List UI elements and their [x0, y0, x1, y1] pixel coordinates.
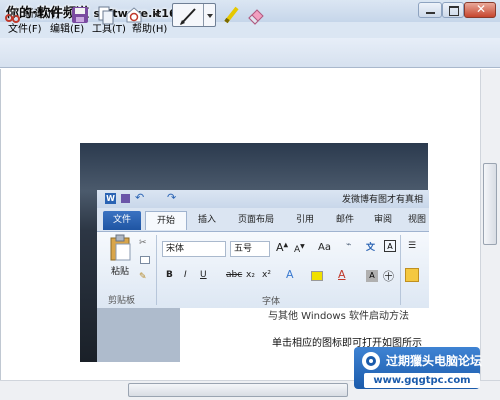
word-tab-layout: 页面布局 [237, 215, 274, 225]
save-icon [72, 7, 88, 23]
pen-divider [203, 4, 204, 26]
bold-icon: B [166, 270, 173, 280]
char-shading-icon: A [366, 270, 378, 282]
envelope-icon [126, 7, 142, 23]
toolbar [0, 38, 500, 68]
paste-icon [110, 234, 131, 261]
word-window-title: 发微博有图才有真相 [342, 195, 424, 205]
font-size-value: 五号 [234, 244, 253, 254]
word-tab-references: 引用 [295, 215, 314, 225]
ribbon-separator [400, 235, 401, 305]
redo-icon: ↷ [167, 191, 177, 204]
text-effects-icon: A [286, 268, 294, 281]
format-painter-icon: ✎ [139, 272, 147, 282]
menu-help[interactable]: 帮助(H) [132, 23, 167, 37]
minimize-button[interactable] [418, 2, 442, 18]
minimize-icon [426, 12, 435, 14]
grow-font-icon: A▲ [276, 241, 289, 254]
maximize-button[interactable] [442, 2, 464, 18]
cut-icon: ✂ [139, 238, 147, 248]
highlighter-button[interactable] [222, 5, 242, 25]
word-tab-mailings: 邮件 [335, 215, 354, 225]
copy-button[interactable] [96, 5, 116, 25]
font-group-label: 字体 [262, 297, 281, 307]
font-color-icon: A [338, 268, 346, 281]
highlight-icon [311, 271, 323, 281]
phonetic-icon: 文 [366, 243, 376, 253]
undo-icon: ↶ [135, 191, 145, 204]
underline-icon: U [200, 270, 207, 280]
strikethrough-icon: abc [226, 270, 243, 280]
subscript-icon: x₂ [246, 270, 255, 280]
change-case-icon: Aa [318, 242, 331, 253]
superscript-icon: x² [262, 270, 271, 280]
doc-line-1: 与其他 Windows 软件启动方法 [268, 311, 409, 322]
save-icon [121, 194, 130, 203]
word-tab-view: 视图 [407, 215, 426, 225]
ribbon-separator [156, 235, 157, 305]
bullets-icon: ☰ [408, 241, 417, 251]
close-icon: ✕ [476, 2, 487, 16]
new-capture-label: 新建(N) [24, 9, 60, 20]
menu-tools[interactable]: 工具(T) [92, 23, 126, 37]
chevron-down-icon [207, 14, 213, 18]
send-dropdown[interactable] [154, 13, 160, 17]
pen-tool-button[interactable] [172, 3, 216, 27]
align-left-icon [405, 268, 419, 282]
save-button[interactable] [70, 5, 90, 25]
italic-icon: I [184, 270, 187, 280]
scissors-icon [5, 7, 20, 23]
enclose-char-icon: ㊉ [383, 270, 394, 283]
clear-format-icon: ⌁ [346, 240, 352, 250]
new-capture-button[interactable]: 新建(N) [4, 4, 64, 26]
paste-label: 粘贴 [111, 267, 130, 277]
highlighter-icon [224, 6, 239, 24]
word-logo-icon: W [105, 193, 116, 204]
send-button[interactable] [124, 5, 144, 25]
word-tab-home: 开始 [145, 211, 187, 230]
eraser-button[interactable] [246, 5, 266, 25]
font-size-box: 五号 [230, 241, 270, 257]
badge-text: 过期獵头电脑论坛 [386, 354, 483, 368]
close-button[interactable]: ✕ [464, 2, 496, 18]
word-tab-review: 审阅 [373, 215, 392, 225]
badge-url: www.gqgtpc.com [364, 373, 480, 388]
vertical-scroll-thumb[interactable] [483, 163, 497, 245]
word-tab-file: 文件 [103, 211, 141, 230]
font-name-box: 宋体 [162, 241, 226, 257]
pen-icon [180, 8, 196, 25]
eraser-icon [248, 9, 264, 25]
change-case-label: Aa [318, 242, 331, 253]
maximize-icon [449, 6, 459, 16]
clipboard-group-label: 剪贴板 [108, 296, 136, 306]
shrink-font-icon: A▼ [294, 243, 305, 255]
word-tab-insert: 插入 [197, 215, 216, 225]
copy-icon [140, 256, 150, 264]
horizontal-scroll-thumb[interactable] [128, 383, 348, 397]
char-border-icon: A [384, 240, 396, 252]
copy-icon [98, 6, 114, 25]
chevron-down-icon [154, 13, 160, 17]
font-name-value: 宋体 [166, 244, 185, 254]
badge-logo-icon [362, 352, 380, 370]
